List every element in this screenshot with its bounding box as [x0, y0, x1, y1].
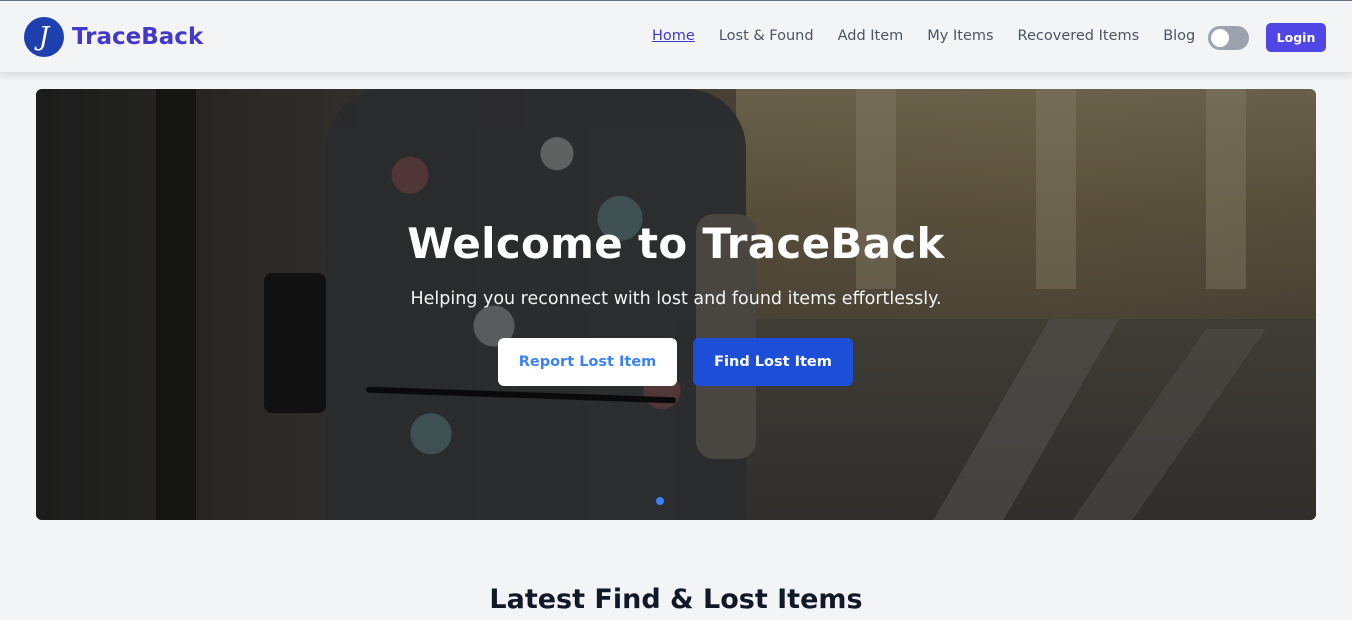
nav-links: Home Lost & Found Add Item My Items Reco… [652, 25, 1219, 47]
latest-items-heading: Latest Find & Lost Items [489, 584, 863, 615]
nav-link-recovered-items[interactable]: Recovered Items [1018, 25, 1140, 47]
hero-title: Welcome to TraceBack [407, 219, 945, 268]
report-lost-item-button[interactable]: Report Lost Item [498, 338, 677, 386]
nav-link-home[interactable]: Home [652, 25, 695, 47]
hero-carousel: Welcome to TraceBack Helping you reconne… [36, 89, 1316, 520]
find-lost-item-button[interactable]: Find Lost Item [693, 338, 853, 386]
nav-link-my-items[interactable]: My Items [927, 25, 993, 47]
theme-toggle[interactable] [1208, 26, 1249, 50]
toggle-knob [1211, 29, 1229, 47]
nav-link-lost-found[interactable]: Lost & Found [719, 25, 814, 47]
carousel-indicator-dot[interactable] [656, 497, 664, 505]
navbar: J TraceBack Home Lost & Found Add Item M… [0, 1, 1352, 72]
brand-link[interactable]: J TraceBack [24, 17, 203, 57]
login-button[interactable]: Login [1266, 23, 1326, 52]
nav-link-add-item[interactable]: Add Item [838, 25, 904, 47]
hero-actions: Report Lost Item Find Lost Item [498, 338, 853, 386]
hero-subtitle: Helping you reconnect with lost and foun… [410, 289, 942, 309]
brand-name: TraceBack [72, 24, 204, 50]
logo-icon: J [24, 17, 64, 57]
nav-link-blog[interactable]: Blog [1163, 25, 1195, 47]
